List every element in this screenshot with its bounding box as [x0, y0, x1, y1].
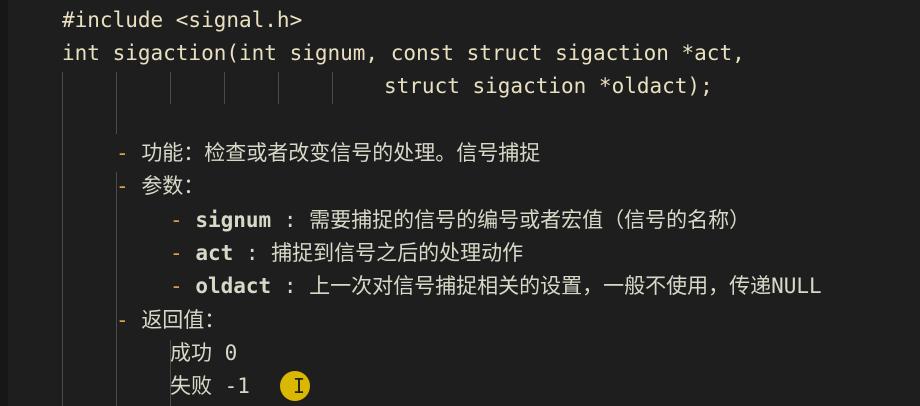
param-act-name: act	[195, 241, 234, 265]
indent-guide	[332, 72, 333, 104]
bullet-dash: -	[170, 208, 183, 232]
return-label: 返回值：	[141, 308, 226, 332]
param-oldact-name: oldact	[195, 274, 272, 298]
param-signum-line[interactable]: - signum : 需要捕捉的信号的编号或者宏值（信号的名称）	[170, 205, 750, 235]
indent-guide	[116, 172, 117, 406]
function-line[interactable]: - 功能：检查或者改变信号的处理。信号捕捉	[116, 138, 540, 168]
param-act-desc: : 捕捉到信号之后的处理动作	[233, 241, 524, 265]
param-signum-name: signum	[195, 208, 272, 232]
bullet-dash: -	[170, 274, 183, 298]
return-line[interactable]: - 返回值：	[116, 305, 225, 335]
bullet-dash: -	[170, 241, 183, 265]
function-label: 功能：检查或者改变信号的处理。信号捕捉	[141, 141, 541, 165]
i-beam-cursor-icon: I	[293, 375, 305, 397]
param-act-line[interactable]: - act : 捕捉到信号之后的处理动作	[170, 238, 523, 268]
bullet-dash: -	[116, 308, 129, 332]
param-oldact-desc: : 上一次对信号捕捉相关的设置，一般不使用，传递NULL	[271, 274, 822, 298]
bullet-dash: -	[116, 174, 129, 198]
return-success-line[interactable]: 成功 0	[170, 338, 237, 368]
bullet-dash: -	[116, 141, 129, 165]
signature-line-1[interactable]: int sigaction(int signum, const struct s…	[62, 38, 745, 68]
param-signum-desc: : 需要捕捉的信号的编号或者宏值（信号的名称）	[271, 208, 751, 232]
return-fail-line[interactable]: 失败 -1	[170, 371, 250, 401]
params-label: 参数：	[141, 174, 205, 198]
params-line[interactable]: - 参数：	[116, 171, 204, 201]
indent-guide	[116, 72, 117, 134]
code-editor[interactable]: #include <signal.h> int sigaction(int si…	[0, 0, 920, 406]
indent-guide	[278, 72, 279, 104]
indent-guide	[170, 72, 171, 104]
editor-gutter	[0, 0, 8, 406]
signature-line-2[interactable]: struct sigaction *oldact);	[384, 71, 713, 101]
include-line[interactable]: #include <signal.h>	[62, 5, 302, 35]
param-oldact-line[interactable]: - oldact : 上一次对信号捕捉相关的设置，一般不使用，传递NULL	[170, 271, 822, 301]
indent-guide	[224, 72, 225, 104]
indent-guide	[62, 72, 63, 406]
